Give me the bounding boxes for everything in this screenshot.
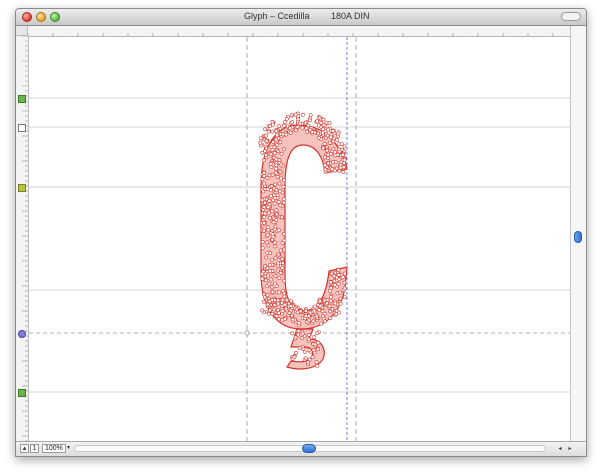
baseline-marker-icon[interactable] bbox=[18, 330, 26, 338]
xheight-marker-icon[interactable] bbox=[18, 184, 26, 192]
ccedilla-glyph[interactable] bbox=[258, 111, 348, 370]
zoom-window-icon[interactable] bbox=[50, 12, 60, 22]
glyph-canvas[interactable] bbox=[18, 37, 570, 442]
descender-marker-icon[interactable] bbox=[18, 389, 26, 397]
toolbar-toggle-icon[interactable] bbox=[561, 12, 581, 21]
horizontal-scroll-thumb[interactable] bbox=[302, 444, 316, 453]
ascender-marker-icon[interactable] bbox=[18, 95, 26, 103]
font-label: 180A DIN bbox=[331, 11, 370, 21]
title-bar[interactable]: Glyph – Ccedilla 180A DIN bbox=[16, 9, 586, 26]
origin-handle[interactable] bbox=[244, 330, 250, 336]
chevron-down-icon[interactable]: ▾ bbox=[67, 444, 70, 451]
vertical-scroll-thumb[interactable] bbox=[574, 231, 582, 243]
layer-number-button[interactable]: 1 bbox=[30, 444, 39, 453]
window-title: Glyph – Ccedilla bbox=[244, 11, 310, 21]
zoom-select[interactable]: 100% bbox=[42, 444, 66, 453]
layers-up-button[interactable]: ▴ bbox=[20, 444, 29, 453]
cap-marker-icon[interactable] bbox=[18, 124, 26, 132]
glyph-window: Glyph – Ccedilla 180A DIN ▴ 1 100% ▾ ◂ ▸ bbox=[15, 8, 587, 457]
scroll-left-icon[interactable]: ◂ bbox=[556, 445, 564, 453]
close-icon[interactable] bbox=[22, 12, 32, 22]
vertical-scrollbar[interactable] bbox=[570, 26, 586, 442]
horizontal-ruler[interactable] bbox=[27, 26, 570, 39]
ruler-corner bbox=[16, 26, 28, 36]
bottom-bar: ▴ 1 100% ▾ ◂ ▸ bbox=[16, 441, 586, 456]
minimize-icon[interactable] bbox=[36, 12, 46, 22]
glyph-drawing bbox=[29, 37, 570, 442]
scroll-right-icon[interactable]: ▸ bbox=[566, 445, 574, 453]
